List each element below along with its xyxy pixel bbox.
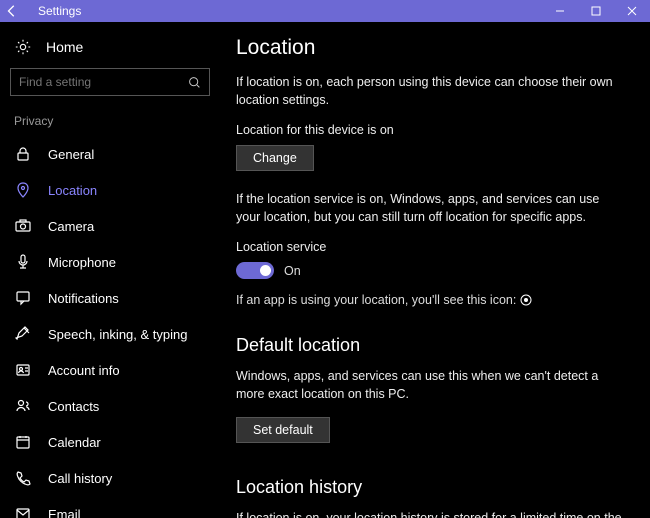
location-service-toggle[interactable]: On (236, 262, 626, 279)
sidebar-item-speech[interactable]: Speech, inking, & typing (0, 316, 220, 352)
sidebar-item-account[interactable]: Account info (0, 352, 220, 388)
speech-icon (14, 325, 32, 343)
toggle-state: On (284, 264, 301, 278)
camera-icon (14, 217, 32, 235)
email-icon (14, 505, 32, 518)
microphone-icon (14, 253, 32, 271)
sidebar-item-label: Calendar (48, 435, 101, 450)
sidebar-item-general[interactable]: General (0, 136, 220, 172)
sidebar-item-label: General (48, 147, 94, 162)
location-indicator-icon (520, 294, 532, 306)
account-icon (14, 361, 32, 379)
heading-location: Location (236, 36, 626, 60)
sidebar-item-callhistory[interactable]: Call history (0, 460, 220, 496)
home-label: Home (46, 39, 83, 55)
search-input[interactable] (19, 75, 188, 89)
window-controls (542, 0, 650, 22)
titlebar: Settings (0, 0, 650, 22)
history-text: If location is on, your location history… (236, 510, 626, 518)
sidebar-item-calendar[interactable]: Calendar (0, 424, 220, 460)
service-text: If the location service is on, Windows, … (236, 191, 626, 226)
sidebar-item-label: Email (48, 507, 81, 518)
sidebar-item-label: Camera (48, 219, 94, 234)
sidebar-item-microphone[interactable]: Microphone (0, 244, 220, 280)
sidebar-item-label: Speech, inking, & typing (48, 327, 187, 342)
contacts-icon (14, 397, 32, 415)
sidebar-item-contacts[interactable]: Contacts (0, 388, 220, 424)
toggle-switch[interactable] (236, 262, 274, 279)
main-panel: Location If location is on, each person … (220, 22, 650, 518)
sidebar-item-label: Location (48, 183, 97, 198)
search-box[interactable] (10, 68, 210, 96)
icon-hint: If an app is using your location, you'll… (236, 293, 626, 307)
heading-default: Default location (236, 335, 626, 356)
phone-icon (14, 469, 32, 487)
calendar-icon (14, 433, 32, 451)
notifications-icon (14, 289, 32, 307)
device-status-text: Location for this device is on (236, 123, 626, 137)
sidebar-item-notifications[interactable]: Notifications (0, 280, 220, 316)
sidebar-item-email[interactable]: Email (0, 496, 220, 518)
sidebar-item-location[interactable]: Location (0, 172, 220, 208)
sidebar-item-label: Account info (48, 363, 120, 378)
back-button[interactable] (0, 0, 24, 22)
search-icon (188, 76, 201, 89)
maximize-button[interactable] (578, 0, 614, 22)
lock-icon (14, 145, 32, 163)
sidebar-item-label: Microphone (48, 255, 116, 270)
heading-history: Location history (236, 477, 626, 498)
service-label: Location service (236, 240, 626, 254)
change-button[interactable]: Change (236, 145, 314, 171)
sidebar-item-label: Contacts (48, 399, 99, 414)
sidebar-item-camera[interactable]: Camera (0, 208, 220, 244)
gear-icon (14, 38, 32, 56)
set-default-button[interactable]: Set default (236, 417, 330, 443)
default-text: Windows, apps, and services can use this… (236, 368, 626, 403)
home-button[interactable]: Home (0, 32, 220, 68)
location-icon (14, 181, 32, 199)
minimize-button[interactable] (542, 0, 578, 22)
sidebar: Home Privacy General Location Camera Mic… (0, 22, 220, 518)
content: Home Privacy General Location Camera Mic… (0, 22, 650, 518)
intro-text: If location is on, each person using thi… (236, 74, 626, 109)
window-title: Settings (38, 4, 81, 18)
sidebar-item-label: Notifications (48, 291, 119, 306)
sidebar-item-label: Call history (48, 471, 112, 486)
close-button[interactable] (614, 0, 650, 22)
category-label: Privacy (0, 110, 220, 136)
